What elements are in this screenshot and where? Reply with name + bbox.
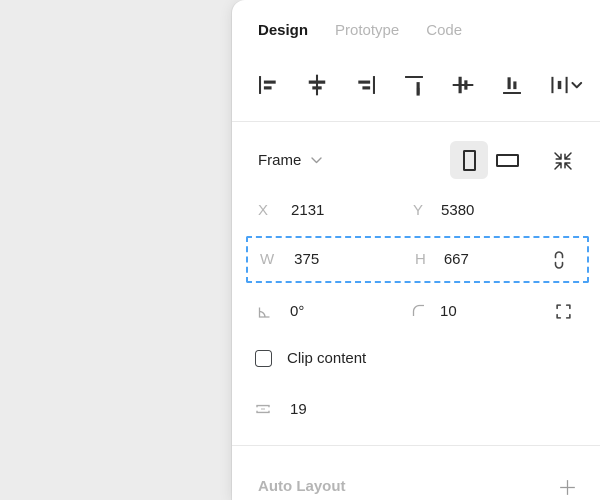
- align-left-icon[interactable]: [254, 71, 282, 99]
- orientation-landscape-button[interactable]: [488, 141, 526, 179]
- align-horizontal-centers-icon[interactable]: [303, 71, 331, 99]
- align-right-icon[interactable]: [352, 71, 380, 99]
- height-field[interactable]: H 667: [415, 238, 469, 281]
- unlinked-chain-icon: [551, 249, 567, 271]
- align-bottom-icon[interactable]: [498, 71, 526, 99]
- tab-design[interactable]: Design: [258, 22, 308, 39]
- rotation-field[interactable]: 0°: [256, 296, 304, 326]
- width-value: 375: [294, 251, 319, 268]
- properties-panel: Design Prototype Code: [232, 0, 600, 500]
- item-spacing-value: 19: [290, 401, 307, 418]
- section-divider: [232, 121, 600, 122]
- collapse-arrows-icon: [551, 149, 575, 173]
- clip-content-checkbox[interactable]: [255, 350, 272, 367]
- corner-radius-value: 10: [440, 303, 457, 320]
- frame-preset-label: Frame: [258, 152, 301, 169]
- auto-layout-title: Auto Layout: [258, 478, 346, 495]
- independent-corners-button[interactable]: [554, 302, 572, 320]
- constrain-proportions-button[interactable]: [551, 249, 567, 271]
- height-label: H: [415, 251, 426, 268]
- panel-tabs: Design Prototype Code: [258, 15, 462, 45]
- portrait-icon: [463, 150, 476, 171]
- height-value: 667: [444, 251, 469, 268]
- section-divider: [232, 445, 600, 446]
- landscape-icon: [496, 154, 519, 167]
- add-auto-layout-button[interactable]: [555, 475, 579, 499]
- align-top-icon[interactable]: [400, 71, 428, 99]
- alignment-toolbar: [254, 63, 587, 107]
- x-value: 2131: [291, 202, 324, 219]
- y-value: 5380: [441, 202, 474, 219]
- y-label: Y: [413, 202, 423, 219]
- tab-prototype[interactable]: Prototype: [335, 22, 399, 39]
- resize-to-fit-button[interactable]: [550, 148, 576, 174]
- frame-preset-dropdown[interactable]: Frame: [258, 138, 322, 182]
- rotation-angle-icon: [256, 303, 273, 320]
- plus-icon: [557, 477, 578, 498]
- clip-content-row: Clip content: [255, 350, 366, 367]
- clip-content-label[interactable]: Clip content: [287, 350, 366, 367]
- distribute-spacing-dropdown-icon[interactable]: [547, 71, 587, 99]
- chevron-down-icon: [311, 157, 322, 164]
- rotation-value: 0°: [290, 303, 304, 320]
- x-label: X: [258, 202, 268, 219]
- y-position-field[interactable]: Y 5380: [413, 195, 474, 225]
- width-label: W: [260, 251, 274, 268]
- item-spacing-field[interactable]: 19: [254, 400, 307, 418]
- corner-radius-icon: [411, 303, 427, 319]
- vertical-gap-icon: [254, 400, 272, 418]
- x-position-field[interactable]: X 2131: [258, 195, 324, 225]
- tab-code[interactable]: Code: [426, 22, 462, 39]
- corner-radius-field[interactable]: 10: [411, 296, 457, 326]
- width-field[interactable]: W 375: [260, 238, 319, 281]
- orientation-portrait-button[interactable]: [450, 141, 488, 179]
- corner-brackets-icon: [555, 303, 572, 320]
- dimensions-highlight-box: W 375 H 667: [246, 236, 589, 283]
- align-vertical-centers-icon[interactable]: [449, 71, 477, 99]
